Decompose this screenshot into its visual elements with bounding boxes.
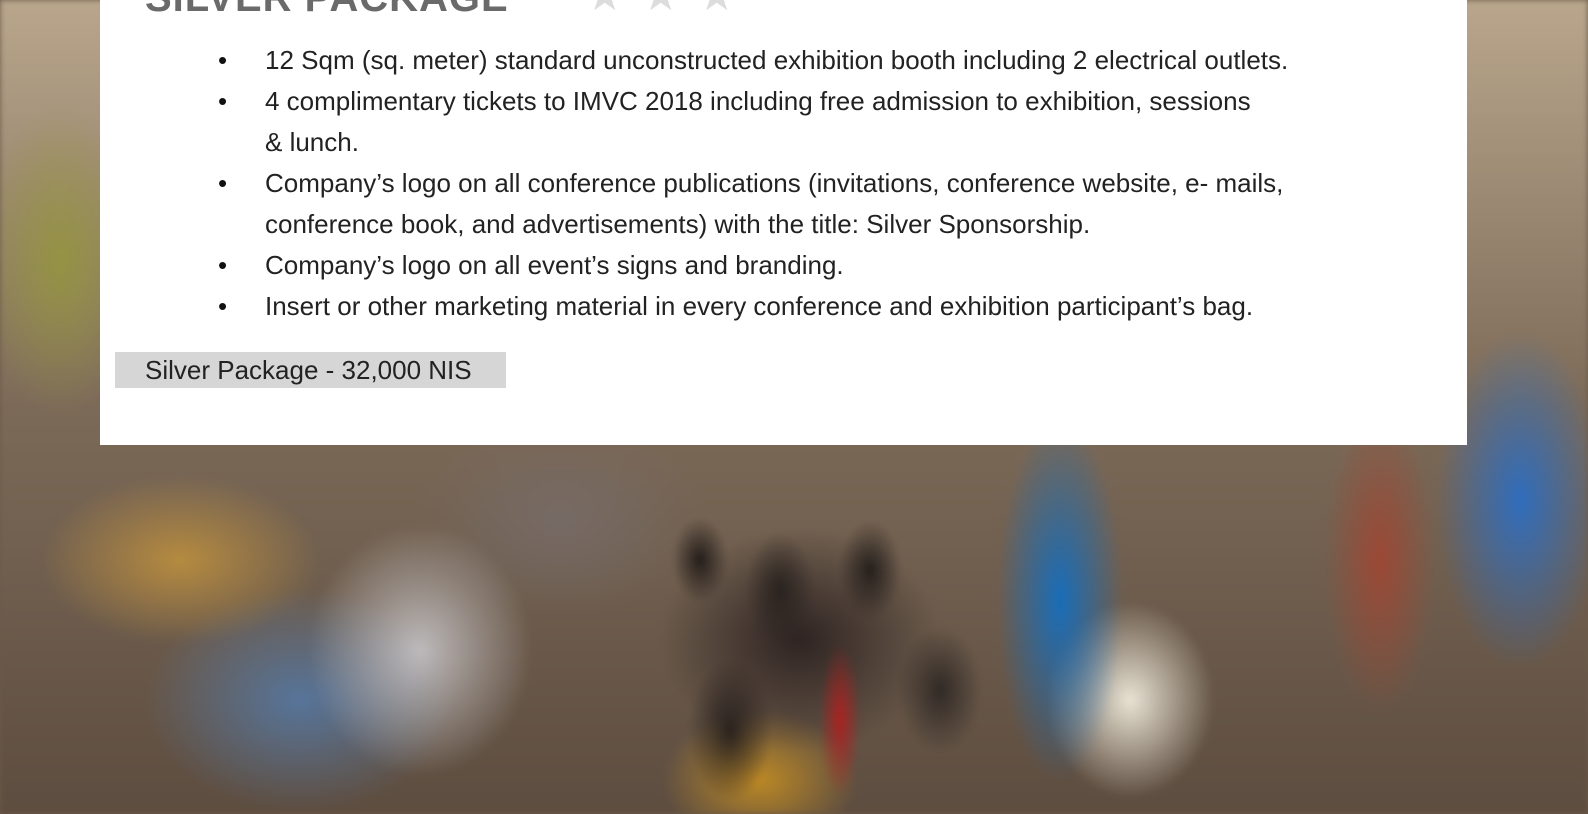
feature-item: Insert or other marketing material in ev… <box>215 286 1415 327</box>
star-icon: ★ <box>585 0 627 18</box>
rating-stars: ★ ★ ★ <box>585 0 739 18</box>
feature-item: 12 Sqm (sq. meter) standard unconstructe… <box>215 40 1415 81</box>
feature-item: Company’s logo on all conference publica… <box>215 163 1395 245</box>
star-icon: ★ <box>641 0 683 18</box>
star-icon: ★ <box>697 0 739 18</box>
crowd-figure <box>640 470 1000 814</box>
price-label: Silver Package - 32,000 NIS <box>115 352 506 388</box>
feature-item: Company’s logo on all event’s signs and … <box>215 245 1415 286</box>
package-title: SILVER PACKAGE <box>145 0 509 23</box>
package-card: SILVER PACKAGE ★ ★ ★ 12 Sqm (sq. meter) … <box>100 0 1467 445</box>
feature-item: 4 complimentary tickets to IMVC 2018 inc… <box>215 81 1265 163</box>
feature-list: 12 Sqm (sq. meter) standard unconstructe… <box>215 40 1415 327</box>
